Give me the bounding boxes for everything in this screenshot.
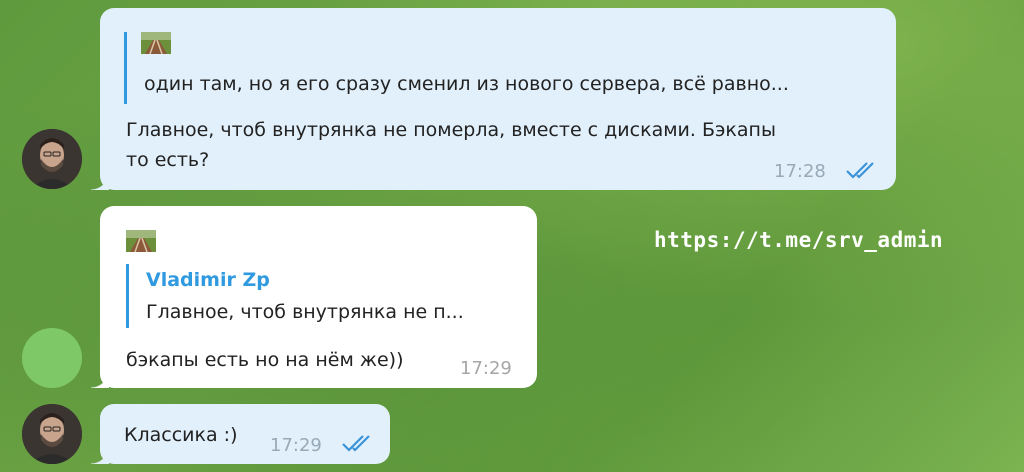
message-time: 17:28 <box>774 161 826 182</box>
message-text-line-1: Главное, чтоб внутрянка не померла, вмес… <box>126 119 776 141</box>
reply-preview-text: Главное, чтоб внутрянка не п... <box>146 301 464 323</box>
message-text-line-2: то есть? <box>126 149 210 171</box>
message-bubble[interactable]: Классика :) 17:29 <box>91 404 390 464</box>
reply-quote[interactable]: один там, но я его сразу сменил из новог… <box>124 32 789 104</box>
double-check-icon <box>342 435 370 452</box>
message-bubble[interactable]: Vladimir Zp Главное, чтоб внутрянка не п… <box>91 206 537 388</box>
contact-avatar[interactable] <box>22 328 82 388</box>
reply-quote[interactable]: Vladimir Zp Главное, чтоб внутрянка не п… <box>126 264 464 328</box>
reply-preview-text: один там, но я его сразу сменил из новог… <box>144 73 789 95</box>
person-photo-icon <box>22 129 82 189</box>
message-time: 17:29 <box>460 358 512 379</box>
railway-thumbnail-icon <box>126 230 156 252</box>
double-check-icon <box>846 162 874 179</box>
message-bubble[interactable]: один там, но я его сразу сменил из новог… <box>91 8 896 190</box>
message-time: 17:29 <box>270 435 322 456</box>
user-avatar[interactable] <box>22 129 82 189</box>
user-avatar[interactable] <box>22 404 82 464</box>
railway-thumbnail-icon <box>141 32 171 54</box>
reply-author: Vladimir Zp <box>146 269 270 291</box>
message-text: Классика :) <box>124 424 238 446</box>
channel-link-watermark: https://t.me/srv_admin <box>654 228 944 252</box>
message-text: бэкапы есть но на нём же)) <box>126 349 404 371</box>
person-photo-icon <box>22 404 82 464</box>
